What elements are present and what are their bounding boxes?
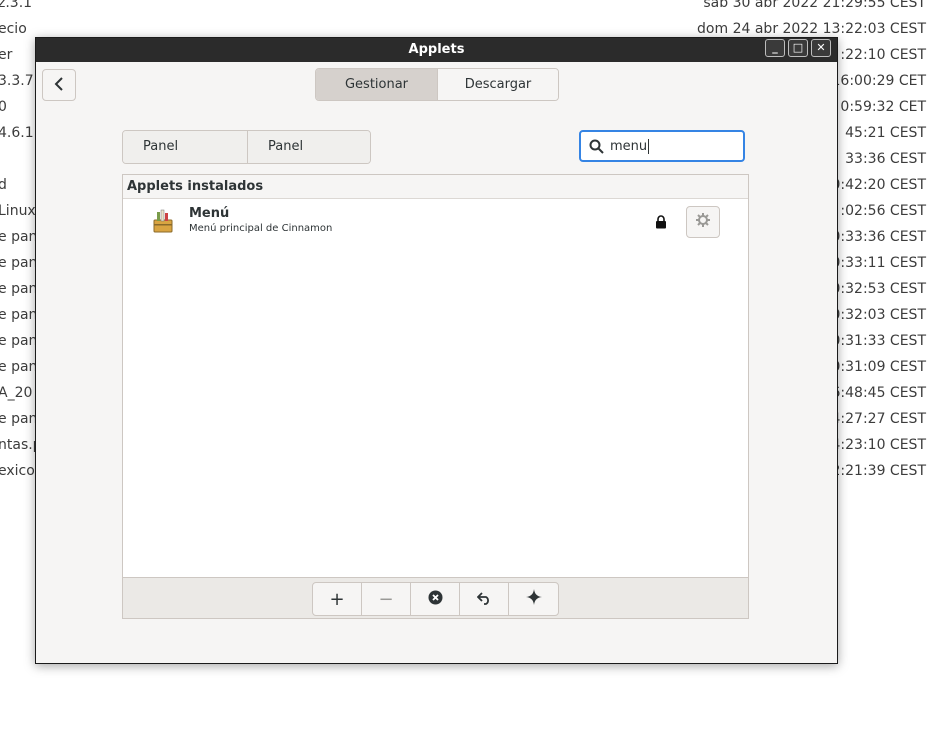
applets-window: Applets _ □ ✕ Gestionar Descargar Panel … bbox=[35, 37, 838, 664]
uninstall-button[interactable] bbox=[411, 583, 460, 615]
add-applet-button[interactable]: + bbox=[313, 583, 362, 615]
gear-icon bbox=[695, 212, 711, 232]
background-file-date: sáb 30 abr 2022 21:29:55 CEST bbox=[703, 0, 926, 11]
window-titlebar[interactable]: Applets _ □ ✕ bbox=[36, 38, 837, 62]
previous-panel-button[interactable]: Panel anterior bbox=[123, 131, 248, 163]
view-switcher: Gestionar Descargar bbox=[315, 68, 559, 101]
applet-name: Menú bbox=[189, 206, 230, 221]
remove-applet-button[interactable]: − bbox=[362, 583, 411, 615]
background-file-name: z.3.1 bbox=[0, 0, 33, 11]
search-icon bbox=[589, 139, 604, 154]
applet-description: Menú principal de Cinnamon bbox=[189, 223, 333, 234]
search-value: menu bbox=[610, 138, 648, 154]
list-header: Applets instalados bbox=[123, 175, 748, 199]
close-circle-icon bbox=[428, 589, 443, 610]
tab-descargar[interactable]: Descargar bbox=[438, 69, 558, 100]
restore-button[interactable] bbox=[460, 583, 509, 615]
text-caret bbox=[648, 138, 650, 154]
window-title: Applets bbox=[408, 42, 465, 57]
undo-icon bbox=[476, 589, 492, 610]
maximize-button[interactable]: □ bbox=[788, 39, 808, 57]
tab-gestionar[interactable]: Gestionar bbox=[316, 69, 438, 100]
sparkle-icon bbox=[525, 588, 542, 610]
more-applets-button[interactable] bbox=[509, 583, 558, 615]
installed-applets-list: Applets instalados Menú Menú principal d… bbox=[122, 174, 749, 619]
chevron-left-icon bbox=[54, 76, 64, 95]
next-panel-button[interactable]: Panel siguiente bbox=[248, 131, 370, 163]
list-toolbar: + − bbox=[123, 577, 748, 618]
back-button[interactable] bbox=[42, 69, 76, 101]
lock-icon bbox=[655, 214, 667, 233]
list-item[interactable]: Menú Menú principal de Cinnamon bbox=[123, 199, 748, 249]
configure-button[interactable] bbox=[686, 206, 720, 238]
minimize-button[interactable]: _ bbox=[765, 39, 785, 57]
menu-applet-icon bbox=[152, 209, 174, 233]
search-input[interactable]: menu bbox=[579, 130, 745, 162]
panel-navigation: Panel anterior Panel siguiente bbox=[122, 130, 371, 164]
close-button[interactable]: ✕ bbox=[811, 39, 831, 57]
